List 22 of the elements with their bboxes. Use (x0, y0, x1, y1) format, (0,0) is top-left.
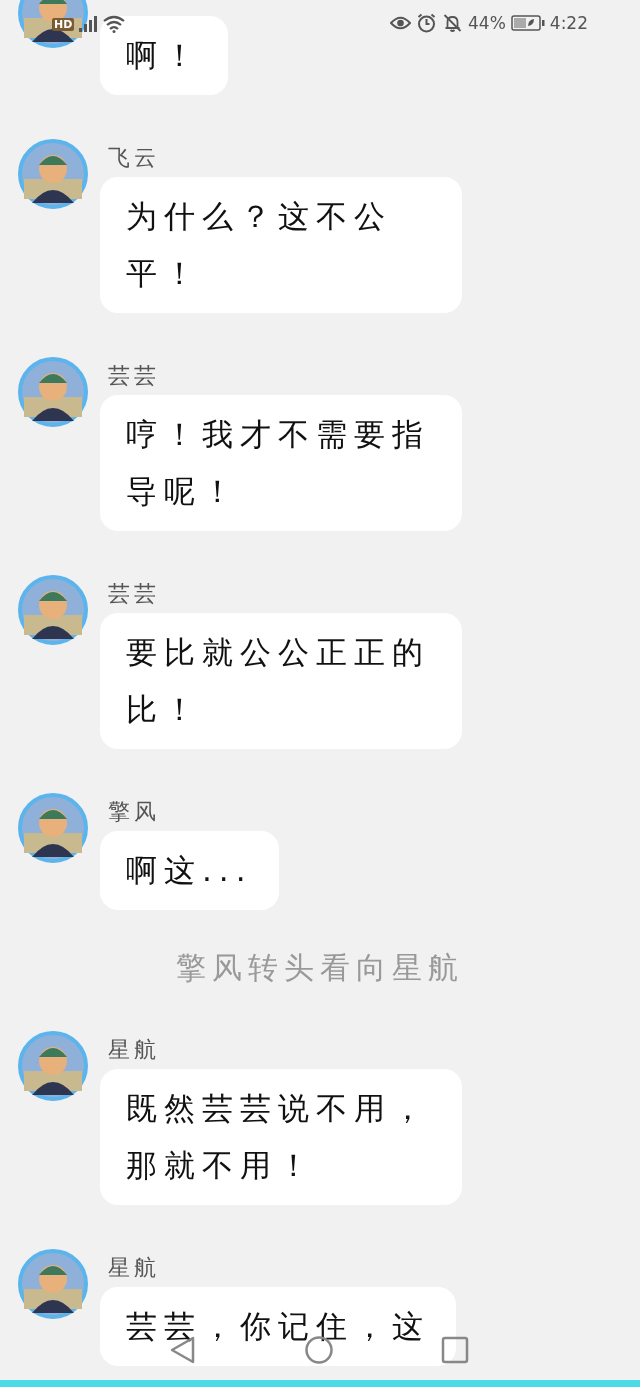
sender-name: 芸芸 (107, 580, 160, 608)
message-bubble: 啊！ (100, 16, 228, 95)
clock-time: 4:22 (549, 13, 588, 33)
battery-icon (510, 15, 545, 31)
recent-apps-icon[interactable] (440, 1335, 470, 1365)
wifi-icon (102, 15, 127, 33)
alarm-icon (416, 13, 437, 33)
sender-name: 星航 (107, 1036, 160, 1064)
message-bubble: 既然芸芸说不用，那就不用！ (100, 1069, 462, 1205)
signal-icon (78, 15, 99, 33)
sender-name: 擎风 (107, 798, 160, 826)
narration-text: 擎风转头看向星航 (175, 950, 465, 986)
message-bubble: 要比就公公正正的比！ (100, 613, 462, 749)
message-bubble: 芸芸，你记住，这 (100, 1287, 456, 1366)
battery-percent: 44% (468, 13, 506, 33)
message-bubble: 啊这... (100, 831, 279, 910)
sender-name: 星航 (107, 1254, 160, 1282)
message-bubble: 为什么？这不公平！ (100, 177, 462, 313)
message-bubble: 哼！我才不需要指导呢！ (100, 395, 462, 531)
sender-name: 飞云 (107, 144, 160, 172)
sender-name: 芸芸 (107, 362, 160, 390)
bell-off-icon (442, 13, 463, 33)
